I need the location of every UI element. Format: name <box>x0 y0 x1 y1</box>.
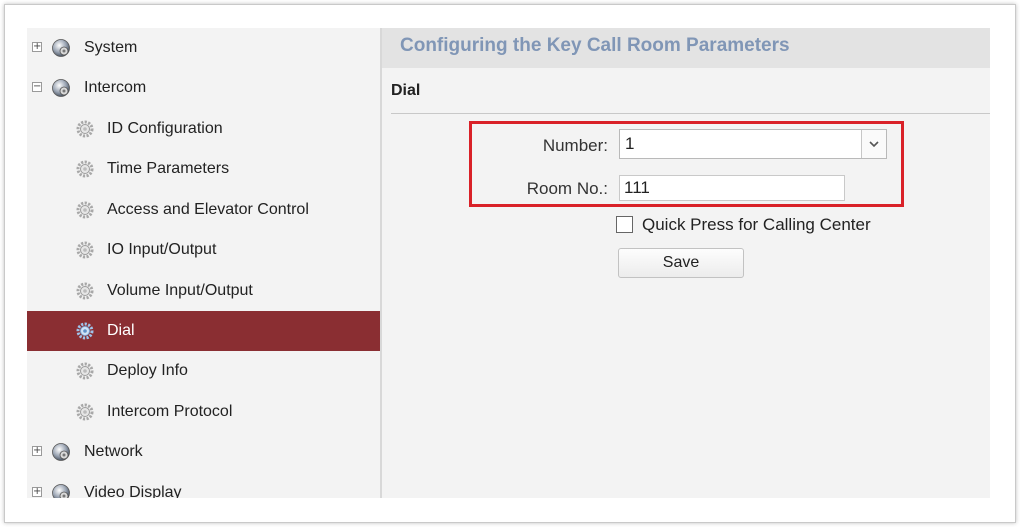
page-title: Configuring the Key Call Room Parameters <box>400 35 790 56</box>
sidebar-item-label: Volume Input/Output <box>107 282 253 299</box>
section-divider <box>391 113 990 114</box>
gear-icon <box>76 403 94 421</box>
sidebar-item-label: Intercom <box>84 79 147 96</box>
sidebar-item-dial[interactable]: Dial <box>27 311 380 351</box>
sidebar-item-io-input-output[interactable]: IO Input/Output <box>27 230 380 270</box>
quick-press-label[interactable]: Quick Press for Calling Center <box>642 215 871 235</box>
quick-press-checkbox[interactable] <box>616 216 633 233</box>
section-title: Dial <box>391 82 421 99</box>
sidebar-item-label: Video Display <box>84 484 182 498</box>
room-no-input[interactable]: 111 <box>619 175 845 201</box>
gear-icon <box>76 322 94 340</box>
gear-icon <box>76 241 94 259</box>
room-no-label: Room No.: <box>526 179 608 198</box>
collapse-icon[interactable]: − <box>32 82 42 92</box>
sidebar-item-label: System <box>84 39 138 56</box>
sidebar-item-intercom-protocol[interactable]: Intercom Protocol <box>27 392 380 432</box>
sidebar-item-label: Deploy Info <box>107 362 188 379</box>
globe-gear-icon <box>52 484 70 498</box>
page-header: Configuring the Key Call Room Parameters <box>382 28 990 68</box>
sidebar-item-label: IO Input/Output <box>107 241 217 258</box>
sidebar-item-network[interactable]: + Network <box>27 432 380 472</box>
gear-icon <box>76 282 94 300</box>
globe-gear-icon <box>52 443 70 461</box>
expand-icon[interactable]: + <box>32 487 42 497</box>
sidebar-item-deploy-info[interactable]: Deploy Info <box>27 351 380 391</box>
gear-icon <box>76 120 94 138</box>
sidebar-item-access-elevator-control[interactable]: Access and Elevator Control <box>27 190 380 230</box>
sidebar-item-intercom[interactable]: − Intercom <box>27 68 380 108</box>
sidebar-item-time-parameters[interactable]: Time Parameters <box>27 149 380 189</box>
chevron-down-icon[interactable] <box>861 130 886 158</box>
globe-gear-icon <box>52 79 70 97</box>
sidebar-item-system[interactable]: + System <box>27 28 380 68</box>
expand-icon[interactable]: + <box>32 42 42 52</box>
sidebar-item-label: ID Configuration <box>107 120 223 137</box>
sidebar-item-volume-input-output[interactable]: Volume Input/Output <box>27 271 380 311</box>
main-panel: Configuring the Key Call Room Parameters… <box>382 28 990 498</box>
gear-icon <box>76 362 94 380</box>
sidebar-item-id-configuration[interactable]: ID Configuration <box>27 109 380 149</box>
gear-icon <box>76 160 94 178</box>
sidebar-item-video-display[interactable]: + Video Display <box>27 473 380 498</box>
sidebar-item-label: Intercom Protocol <box>107 403 233 420</box>
number-value: 1 <box>625 134 635 153</box>
number-label: Number: <box>542 136 608 155</box>
sidebar-item-label: Network <box>84 443 143 460</box>
room-no-value: 111 <box>624 178 650 197</box>
sidebar-tree: + System − Intercom ID Configuration Tim… <box>27 28 380 498</box>
save-button[interactable]: Save <box>618 248 744 278</box>
expand-icon[interactable]: + <box>32 446 42 456</box>
globe-gear-icon <box>52 39 70 57</box>
sidebar-item-label: Access and Elevator Control <box>107 201 309 218</box>
sidebar-item-label: Dial <box>107 322 135 339</box>
number-select[interactable]: 1 <box>619 129 887 159</box>
sidebar-item-label: Time Parameters <box>107 160 230 177</box>
gear-icon <box>76 201 94 219</box>
